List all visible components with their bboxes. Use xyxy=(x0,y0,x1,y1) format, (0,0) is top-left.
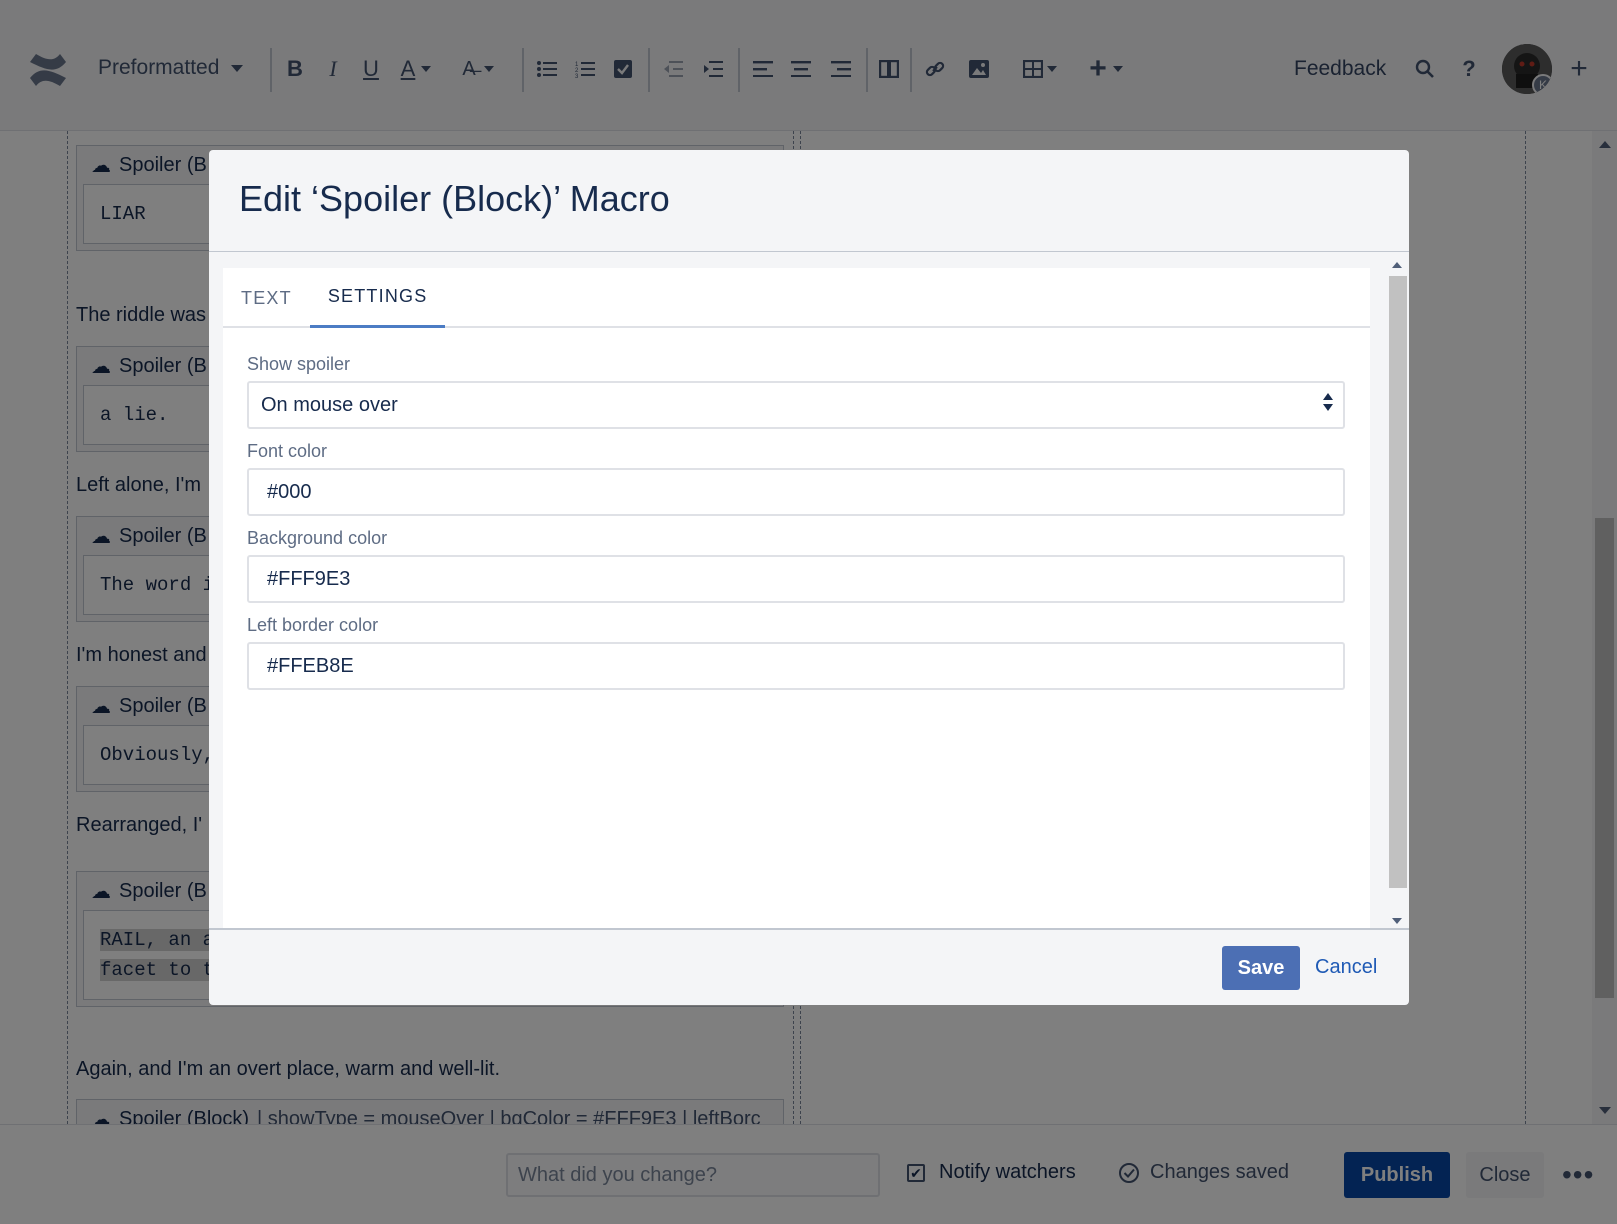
show-spoiler-value: On mouse over xyxy=(261,393,398,416)
font-color-input[interactable] xyxy=(247,468,1345,516)
tab-text[interactable]: TEXT xyxy=(223,268,310,328)
dialog-header: Edit ‘Spoiler (Block)’ Macro xyxy=(209,150,1409,252)
cancel-button[interactable]: Cancel xyxy=(1315,956,1377,979)
background-color-input[interactable] xyxy=(247,555,1345,603)
dialog-tabs: TEXT SETTINGS xyxy=(223,268,1370,328)
dialog-footer: Save Cancel xyxy=(209,928,1409,1005)
show-spoiler-label: Show spoiler xyxy=(247,354,351,374)
dialog-title: Edit ‘Spoiler (Block)’ Macro xyxy=(239,178,670,219)
edit-macro-dialog: Edit ‘Spoiler (Block)’ Macro TEXT SETTIN… xyxy=(209,150,1409,1005)
left-border-color-input[interactable] xyxy=(247,642,1345,690)
save-button[interactable]: Save xyxy=(1222,946,1300,990)
scrollbar-thumb[interactable] xyxy=(1389,276,1407,888)
dialog-scrollbar[interactable] xyxy=(1387,254,1409,932)
select-arrows-icon xyxy=(1323,393,1333,411)
settings-form: Show spoiler On mouse over Font color Ba… xyxy=(223,328,1370,690)
show-spoiler-select[interactable]: On mouse over xyxy=(247,381,1345,429)
scroll-down-icon[interactable] xyxy=(1392,918,1402,924)
font-color-label: Font color xyxy=(247,441,328,461)
tab-settings[interactable]: SETTINGS xyxy=(309,268,446,328)
left-border-color-label: Left border color xyxy=(247,615,379,635)
dialog-body: TEXT SETTINGS Show spoiler On mouse over… xyxy=(223,268,1370,928)
background-color-label: Background color xyxy=(247,528,388,548)
scroll-up-icon[interactable] xyxy=(1392,262,1402,268)
